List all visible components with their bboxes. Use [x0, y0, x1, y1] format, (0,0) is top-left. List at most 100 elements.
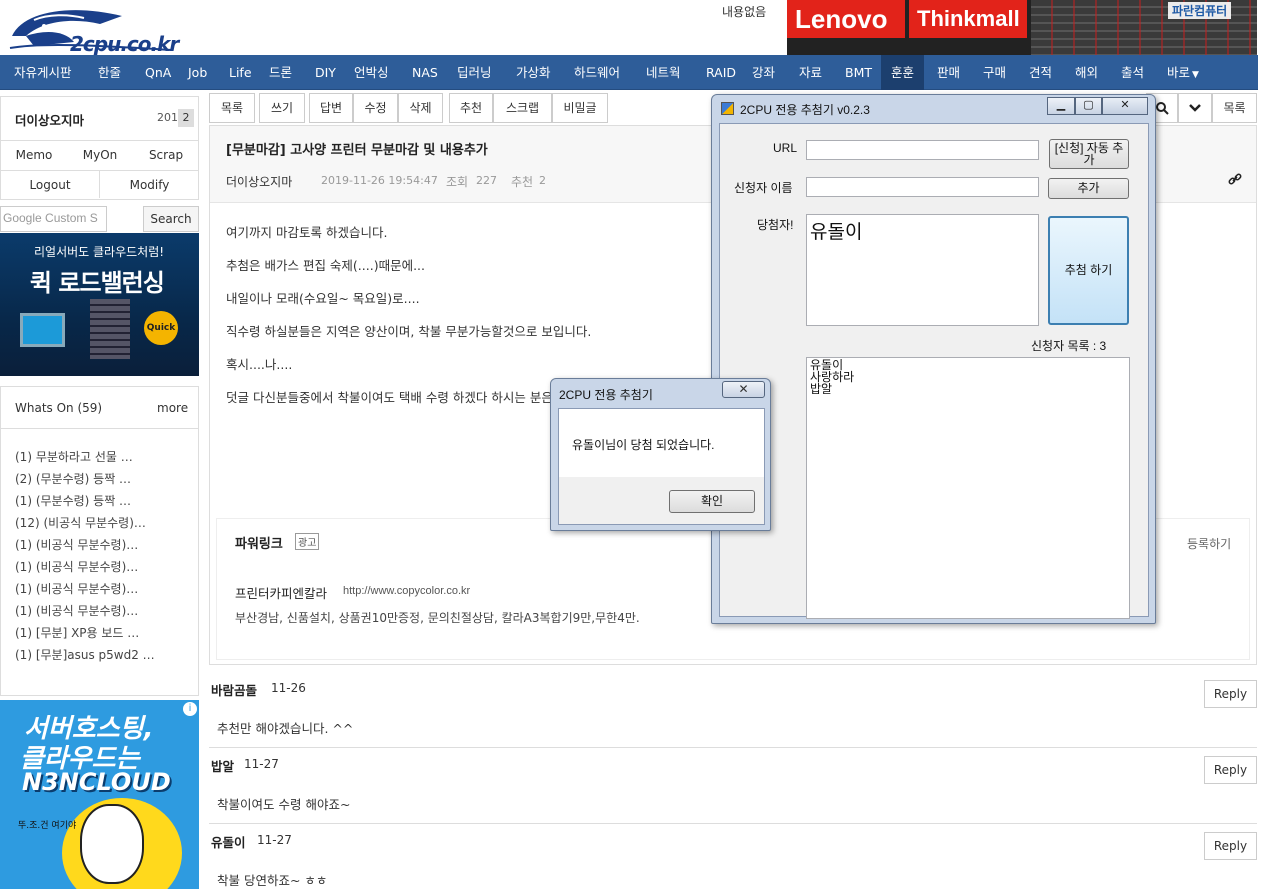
- nav-item-drone[interactable]: 드론: [269, 55, 292, 90]
- whats-on-more-link[interactable]: more: [157, 401, 188, 415]
- caret-down-icon: ▼: [1192, 70, 1199, 80]
- nav-item-sell[interactable]: 판매: [937, 55, 960, 90]
- list-item[interactable]: (1) (비공식 무분수령)…: [15, 558, 138, 575]
- ad-brand: N3NCLOUD: [22, 768, 171, 796]
- reply-button[interactable]: Reply: [1204, 756, 1257, 784]
- powerlink-name[interactable]: 프린터카피엔칼라: [235, 583, 327, 602]
- auto-add-button[interactable]: [신청] 자동 추가: [1049, 139, 1129, 169]
- nav-item-hunhun[interactable]: 훈훈: [881, 55, 925, 90]
- delete-button[interactable]: 삭제: [398, 93, 443, 123]
- list-item[interactable]: (12) (비공식 무분수령)…: [15, 514, 146, 531]
- winner-textbox[interactable]: 유돌이: [806, 214, 1039, 326]
- nav-item-overseas[interactable]: 해외: [1075, 55, 1098, 90]
- user-point: 201: [157, 111, 178, 124]
- nav-item-lecture[interactable]: 강좌: [752, 55, 775, 90]
- list-item[interactable]: (1) (비공식 무분수령)…: [15, 536, 138, 553]
- applicant-name-input[interactable]: [806, 177, 1039, 197]
- url-input[interactable]: [806, 140, 1039, 160]
- comment-author[interactable]: 밥알: [211, 756, 234, 775]
- powerlink-title: 파워링크: [235, 537, 283, 552]
- whats-on-panel: Whats On (59) more (1) 무분하라고 선물 … (2) (무…: [0, 386, 199, 696]
- nav-item-network[interactable]: 네트웍: [646, 55, 681, 90]
- powerlink-description: 부산경남, 신품설치, 상품권10만증정, 문의친절상담, 칼라A3복합기9만,…: [235, 611, 640, 625]
- powerlink-register-link[interactable]: 등록하기: [1187, 535, 1231, 552]
- list-item[interactable]: 밥알: [810, 383, 1126, 395]
- url-label: URL: [773, 141, 798, 155]
- close-icon[interactable]: ✕: [722, 381, 765, 398]
- nav-item-life[interactable]: Life: [229, 55, 252, 90]
- search-input[interactable]: Google Custom S: [0, 206, 107, 232]
- edit-button[interactable]: 수정: [353, 93, 398, 123]
- list-item[interactable]: (1) [무분] XP용 보드 …: [15, 624, 139, 641]
- quick-loadbalancing-ad[interactable]: 리얼서버도 클라우드처럼! 퀵 로드밸런싱 Quick: [0, 233, 199, 376]
- nav-item-buy[interactable]: 구매: [983, 55, 1006, 90]
- reply-button[interactable]: Reply: [1204, 680, 1257, 708]
- ad-headline: 퀵 로드밸런싱: [30, 269, 165, 297]
- scrap-button[interactable]: Scrap: [133, 140, 199, 168]
- list-item[interactable]: (1) [무분]asus p5wd2 …: [15, 646, 155, 663]
- close-icon[interactable]: ✕: [1102, 97, 1148, 115]
- applicant-list[interactable]: 유돌이 사랑하라 밥알: [806, 357, 1130, 619]
- n3ncloud-ad[interactable]: 서버호스팅, 클라우드는 N3NCLOUD 뚜.조.건 여기야 i: [0, 700, 199, 889]
- ok-button[interactable]: 확인: [669, 490, 755, 513]
- nav-item-free-board[interactable]: 자유게시판: [14, 55, 72, 90]
- myon-button[interactable]: MyOn: [67, 140, 133, 168]
- list-item[interactable]: (1) (비공식 무분수령)…: [15, 580, 138, 597]
- powerlink-url[interactable]: http://www.copycolor.co.kr: [343, 585, 470, 597]
- comment-item: 바람곰돌 11-26 Reply 추천만 해야겠습니다. ^^: [209, 672, 1257, 748]
- nav-item-hardware[interactable]: 하드웨어: [574, 55, 620, 90]
- add-button[interactable]: 추가: [1048, 178, 1129, 199]
- thinkmall-logo: Thinkmall: [909, 0, 1027, 38]
- views-label: 조회: [446, 175, 469, 189]
- nav-item-attendance[interactable]: 출석: [1121, 55, 1144, 90]
- nav-item-deeplearning[interactable]: 딥러닝: [457, 55, 492, 90]
- logout-button[interactable]: Logout: [1, 170, 100, 198]
- nav-item-qna[interactable]: QnA: [145, 55, 171, 90]
- list-item[interactable]: (1) (비공식 무분수령)…: [15, 602, 138, 619]
- nav-item-shortcut[interactable]: 바로 ▼: [1167, 55, 1199, 90]
- comment-author[interactable]: 유돌이: [211, 832, 246, 851]
- nav-item-job[interactable]: Job: [188, 55, 207, 90]
- username[interactable]: 더이상오지마: [15, 110, 84, 129]
- search-button[interactable]: Search: [143, 206, 199, 232]
- comment-date: 11-26: [271, 681, 306, 695]
- nav-item-nas[interactable]: NAS: [412, 55, 438, 90]
- minimize-icon[interactable]: ▁: [1047, 97, 1075, 115]
- nav-item-files[interactable]: 자료: [799, 55, 822, 90]
- nav-item-virtualization[interactable]: 가상화: [516, 55, 551, 90]
- post-title: [무분마감] 고사양 프린터 무분마감 및 내용추가: [226, 143, 488, 158]
- list-item[interactable]: (1) (무분수령) 등짝 …: [15, 492, 131, 509]
- nav-item-raid[interactable]: RAID: [706, 55, 736, 90]
- adchoices-icon[interactable]: i: [183, 702, 197, 716]
- message-text: 유돌이님이 당첨 되었습니다.: [572, 438, 715, 452]
- memo-button[interactable]: Memo: [1, 140, 67, 168]
- list-button[interactable]: 목록: [209, 93, 255, 123]
- list-item[interactable]: (2) (무분수령) 등짝 …: [15, 470, 131, 487]
- modify-button[interactable]: Modify: [100, 170, 199, 198]
- nav-item-bmt[interactable]: BMT: [845, 55, 872, 90]
- post-body-line: 여기까지 마감토록 하겠습니다.: [226, 225, 388, 240]
- post-date: 2019-11-26 19:54:47: [321, 174, 438, 187]
- list-item[interactable]: 유돌이: [810, 359, 1126, 371]
- draw-button[interactable]: 추첨 하기: [1048, 216, 1129, 325]
- nav-item-diy[interactable]: DIY: [315, 55, 336, 90]
- comment-author[interactable]: 바람곰돌: [211, 680, 257, 699]
- reply-post-button[interactable]: 답변: [309, 93, 353, 123]
- list-item[interactable]: 사랑하라: [810, 371, 1126, 383]
- maximize-icon[interactable]: ▢: [1075, 97, 1102, 115]
- secret-button[interactable]: 비밀글: [552, 93, 608, 123]
- recommend-button[interactable]: 추천: [449, 93, 493, 123]
- nav-item-unboxing[interactable]: 언박싱: [354, 55, 389, 90]
- nav-item-estimate[interactable]: 견적: [1029, 55, 1052, 90]
- nav-item-oneline[interactable]: 한줄: [98, 55, 121, 90]
- chevron-down-icon[interactable]: [1178, 93, 1212, 123]
- link-icon[interactable]: [1228, 172, 1242, 190]
- scrap-post-button[interactable]: 스크랩: [493, 93, 552, 123]
- header-notice: 내용없음: [722, 5, 767, 19]
- reply-button[interactable]: Reply: [1204, 832, 1257, 860]
- post-author[interactable]: 더이상오지마: [226, 173, 292, 190]
- write-button[interactable]: 쓰기: [259, 93, 305, 123]
- list-button-right[interactable]: 목록: [1212, 93, 1257, 123]
- list-item[interactable]: (1) 무분하라고 선물 …: [15, 448, 133, 465]
- site-logo[interactable]: 2cpu.co.kr: [4, 2, 179, 56]
